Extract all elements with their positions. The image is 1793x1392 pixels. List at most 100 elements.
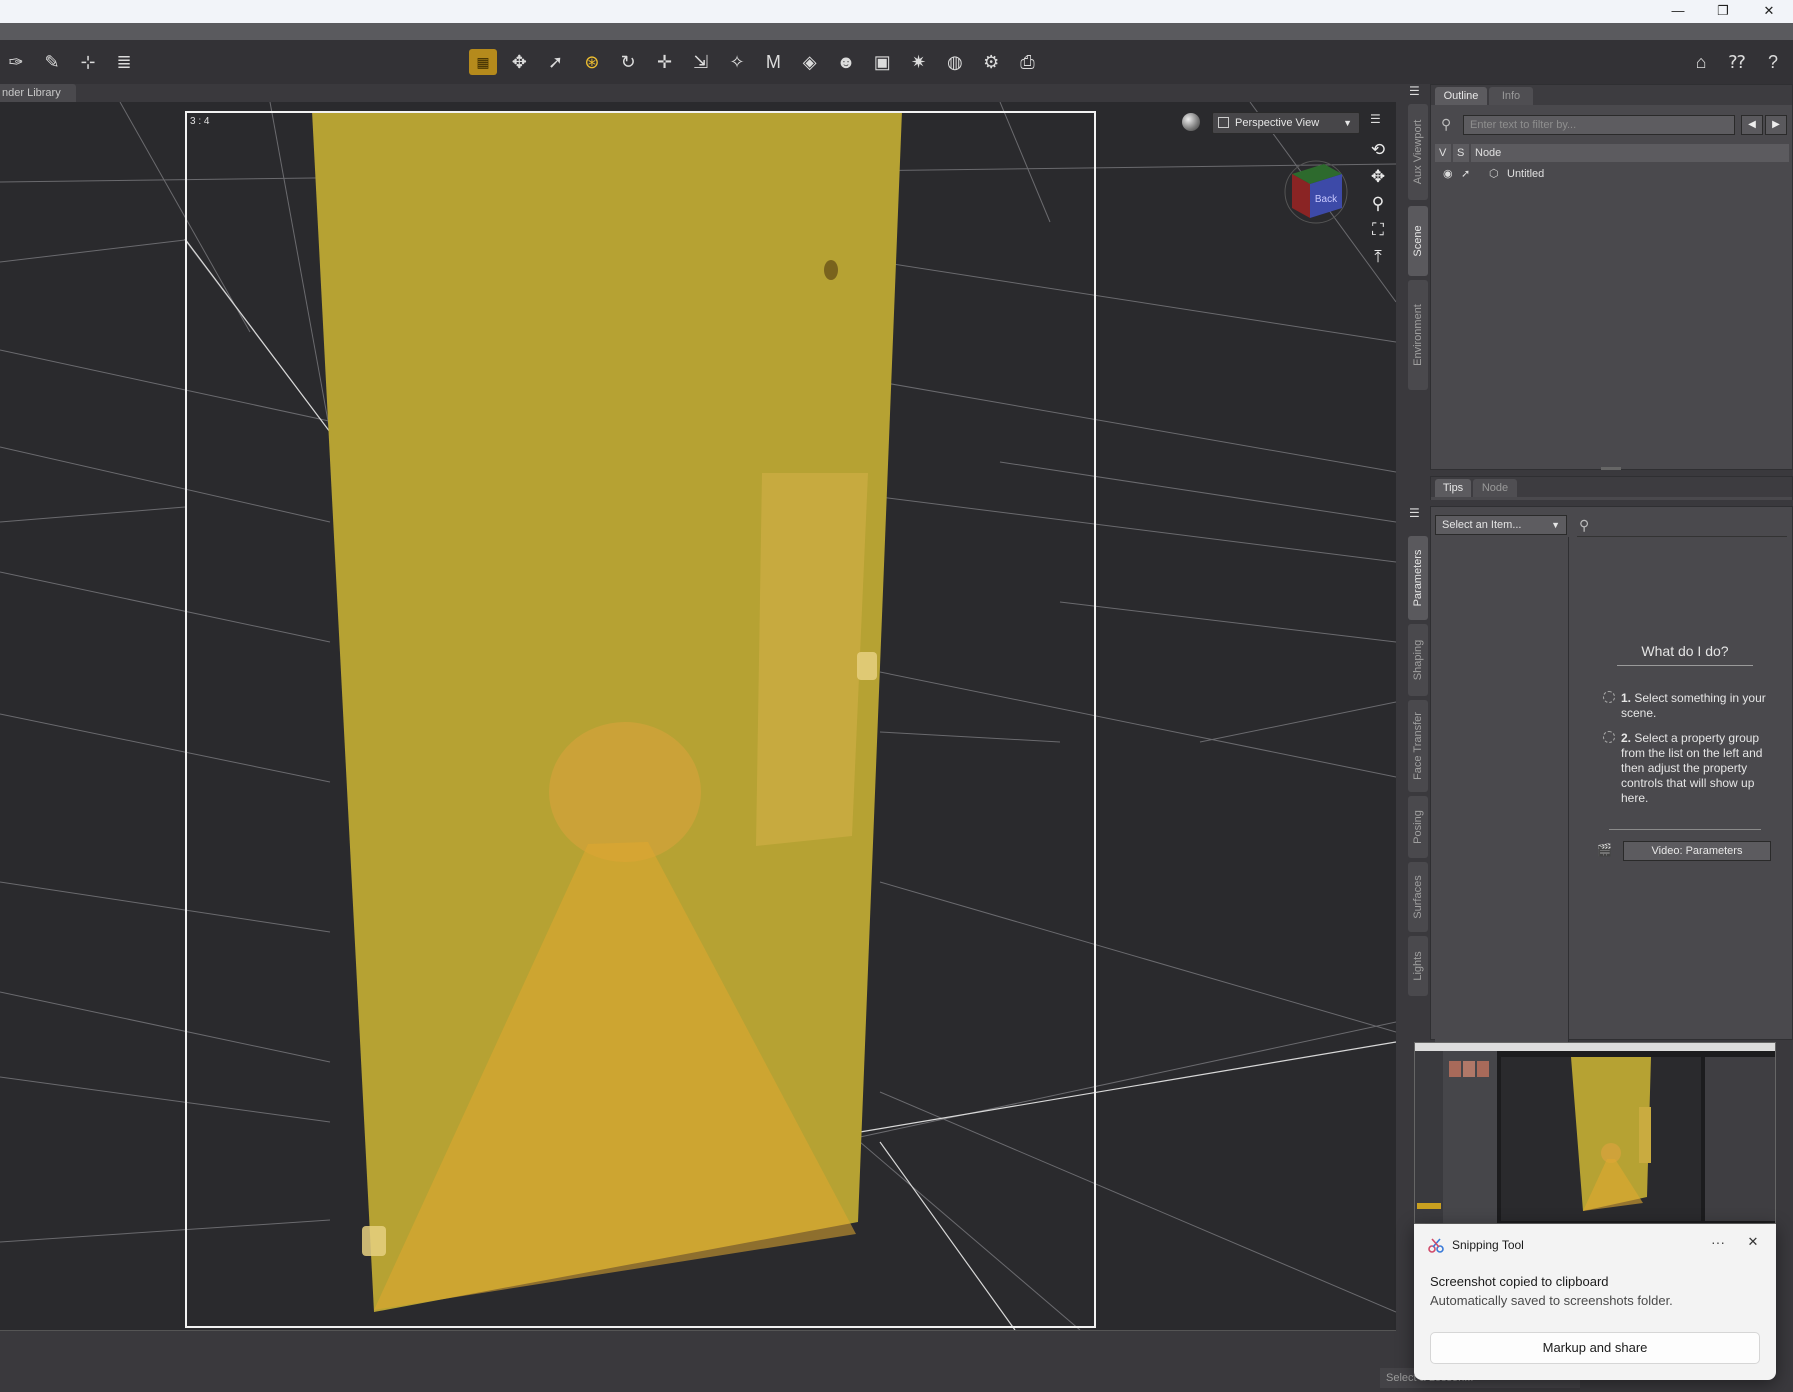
side-tab-face-transfer[interactable]: Face Transfer (1408, 700, 1428, 792)
whats-this-icon[interactable]: ⁇ (1723, 49, 1751, 75)
3d-viewport[interactable]: 3 : 4 Perspective View ▼ ☰ Back ⟲ ✥ ⚲ ⛶ ⤒ (0, 102, 1396, 1330)
toast-app-name: Snipping Tool (1452, 1238, 1524, 1252)
minimize-button[interactable]: — (1655, 0, 1701, 22)
sphere-tool-icon[interactable]: ◍ (941, 49, 969, 75)
grid-line (0, 991, 331, 1063)
close-icon[interactable]: ✕ (1742, 1234, 1764, 1254)
tab-info[interactable]: Info (1489, 87, 1533, 105)
universal-tool-icon[interactable]: ✥ (505, 49, 533, 75)
view-selector[interactable]: Perspective View ▼ (1212, 112, 1360, 134)
close-button[interactable]: ✕ (1746, 0, 1792, 22)
grid-line (0, 713, 331, 783)
filter-next-button[interactable]: ▶ (1765, 115, 1787, 135)
step-bullet-icon (1603, 731, 1615, 743)
pan-icon[interactable]: ✥ (1366, 165, 1390, 189)
transform-pin-icon[interactable]: ✑ (2, 49, 30, 75)
view-cube[interactable]: Back (1284, 160, 1348, 224)
side-tab-surfaces[interactable]: Surfaces (1408, 862, 1428, 932)
eye-icon[interactable]: ◉ (1443, 165, 1453, 183)
help-step-2: 2. Select a property group from the list… (1603, 731, 1767, 806)
restore-button[interactable]: ❐ (1700, 0, 1746, 22)
chevron-down-icon: ▼ (1343, 118, 1352, 128)
grid-line (0, 239, 186, 263)
view-cube-face: Back (1315, 194, 1338, 205)
scene-panel: Outline Info ⚲ Enter text to filter by..… (1430, 84, 1793, 470)
tab-outline[interactable]: Outline (1435, 87, 1487, 105)
light-gizmo-left[interactable] (362, 1226, 386, 1256)
grid-line (879, 671, 1396, 778)
joint-editor-icon[interactable]: ⊹ (74, 49, 102, 75)
figure-tool-icon[interactable]: ☻ (832, 49, 860, 75)
grid-line (879, 496, 1396, 563)
select-arrow-icon[interactable]: ➚ (1461, 165, 1470, 183)
panel-resize-handle[interactable] (1601, 467, 1621, 470)
reset-view-icon[interactable]: ⤒ (1366, 245, 1390, 269)
scene-filter-input[interactable]: Enter text to filter by... (1463, 115, 1735, 135)
viewport-menu-icon[interactable]: ☰ (1370, 112, 1386, 126)
active-pose-icon[interactable]: ⊛ (578, 49, 606, 75)
side-tab-environment[interactable]: Environment (1408, 280, 1428, 390)
param-search[interactable]: ⚲ (1577, 515, 1787, 537)
smoothing-grid-icon[interactable]: ▦ (469, 49, 497, 75)
main-toolbar: ✑ ✎ ⊹ ≣ ▦ ✥ ➚ ⊛ ↻ ✛ ⇲ ✧ M ◈ ☻ ▣ ✷ ◍ ⚙ ⎙ ⌂ ⁇? (0, 40, 1793, 84)
side-tab-shaping[interactable]: Shaping (1408, 624, 1428, 696)
side-tab-aux-viewport[interactable]: Aux Viewport (1408, 104, 1428, 200)
tab-node[interactable]: Node (1473, 479, 1517, 497)
view-grid-icon (1218, 117, 1229, 128)
video-parameters-button[interactable]: Video: Parameters (1623, 841, 1771, 861)
camera-render-icon[interactable]: ▣ (868, 49, 896, 75)
column-visible[interactable]: V (1435, 144, 1451, 162)
draw-style-icon[interactable] (1182, 113, 1200, 131)
frame-icon[interactable]: ⛶ (1366, 218, 1390, 242)
side-tab-posing[interactable]: Posing (1408, 796, 1428, 858)
translate-tool-icon[interactable]: ✛ (651, 49, 679, 75)
filter-search-icon: ⚲ (1441, 116, 1452, 132)
orbit-icon[interactable]: ⟲ (1366, 138, 1390, 162)
screenshot-thumbnail[interactable] (1414, 1042, 1776, 1224)
property-group-select[interactable]: Select an Item... ▼ (1435, 515, 1567, 535)
markup-share-button[interactable]: Markup and share (1430, 1332, 1760, 1364)
geometry-editor-icon[interactable]: M (759, 49, 787, 75)
column-selectable[interactable]: S (1453, 144, 1469, 162)
help-icon[interactable]: ? (1759, 49, 1787, 75)
help-step-1: 1. Select something in your scene. (1603, 691, 1767, 721)
side-tab-label: Parameters (1412, 549, 1424, 607)
node-selection-icon[interactable]: ➚ (542, 49, 570, 75)
grid-line (0, 1076, 331, 1123)
node-select-icon[interactable]: ✎ (38, 49, 66, 75)
scene-tabbar: Outline Info (1431, 85, 1792, 105)
home-ds-icon[interactable]: ⌂ (1687, 49, 1715, 75)
help-title: What do I do? (1617, 643, 1753, 666)
chevron-down-icon: ▼ (1551, 520, 1560, 530)
panel-menu-icon[interactable]: ☰ (1409, 506, 1420, 520)
render-icon[interactable]: ⎙ (1014, 49, 1042, 75)
grid-axis-line (184, 238, 331, 433)
zoom-icon[interactable]: ⚲ (1366, 192, 1390, 216)
column-node[interactable]: Node (1471, 144, 1789, 162)
surface-selection-icon[interactable]: ✧ (723, 49, 751, 75)
more-options-icon[interactable]: ··· (1706, 1234, 1730, 1254)
light-tool-icon[interactable]: ✷ (905, 49, 933, 75)
side-tab-lights[interactable]: Lights (1408, 936, 1428, 996)
grid-line (1199, 701, 1396, 743)
side-tab-parameters[interactable]: Parameters (1408, 536, 1428, 620)
content-list-icon[interactable]: ≣ (110, 49, 138, 75)
scale-tool-icon[interactable]: ⇲ (687, 49, 715, 75)
node-label: Untitled (1507, 168, 1545, 180)
filter-prev-button[interactable]: ◀ (1741, 115, 1763, 135)
render-settings-icon[interactable]: ⚙ (977, 49, 1005, 75)
snipping-tool-toast: Snipping Tool ··· ✕ Screenshot copied to… (1414, 1224, 1776, 1380)
tab-tips[interactable]: Tips (1435, 479, 1471, 497)
panel-menu-icon[interactable]: ☰ (1409, 84, 1420, 98)
step-number: 1. (1621, 691, 1632, 705)
library-tab[interactable]: nder Library (0, 84, 76, 102)
grid-line (0, 881, 331, 933)
light-gizmo-right[interactable] (857, 652, 877, 680)
menu-strip (0, 23, 1793, 40)
node-cube-icon: ⬡ (1489, 168, 1499, 180)
spot-render-icon[interactable]: ◈ (796, 49, 824, 75)
step-text: Select something in your scene. (1621, 691, 1766, 720)
side-tab-scene[interactable]: Scene (1408, 206, 1428, 276)
rotate-tool-icon[interactable]: ↻ (614, 49, 642, 75)
params-tabbar-panel: Tips Node (1430, 476, 1793, 500)
